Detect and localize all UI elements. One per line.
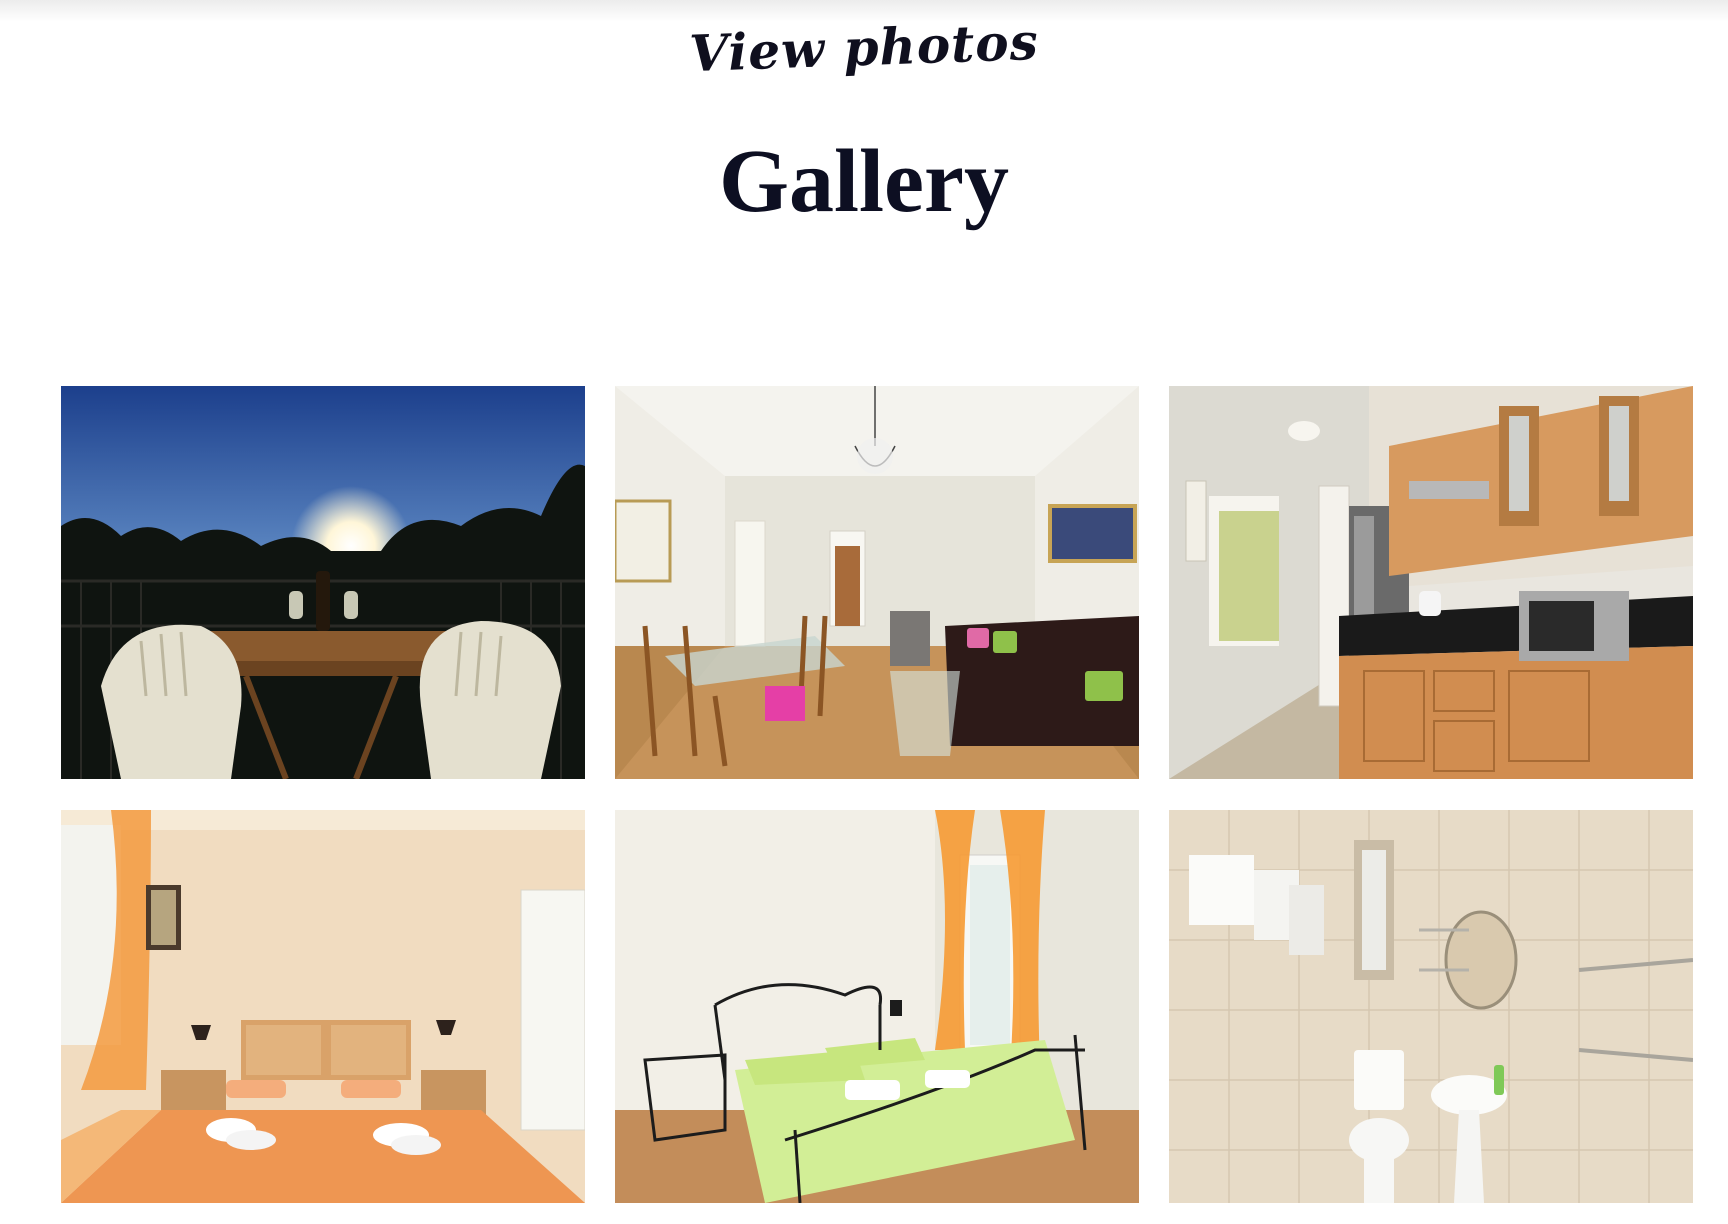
gallery-photo-bedroom[interactable] bbox=[61, 810, 585, 1203]
second-bedroom-photo bbox=[615, 810, 1139, 1203]
photo-gallery bbox=[61, 386, 1694, 1204]
gallery-photo-living-room[interactable] bbox=[615, 386, 1139, 779]
bathroom-photo bbox=[1169, 810, 1693, 1203]
bedroom-photo bbox=[61, 810, 585, 1203]
page-title: Gallery bbox=[719, 132, 1009, 231]
balcony-photo bbox=[61, 386, 585, 779]
gallery-photo-bathroom[interactable] bbox=[1169, 810, 1693, 1203]
gallery-photo-second-bedroom[interactable] bbox=[615, 810, 1139, 1203]
kitchen-photo bbox=[1169, 386, 1693, 779]
living-room-photo bbox=[615, 386, 1139, 779]
gallery-photo-balcony[interactable] bbox=[61, 386, 585, 779]
gallery-photo-kitchen[interactable] bbox=[1169, 386, 1693, 779]
